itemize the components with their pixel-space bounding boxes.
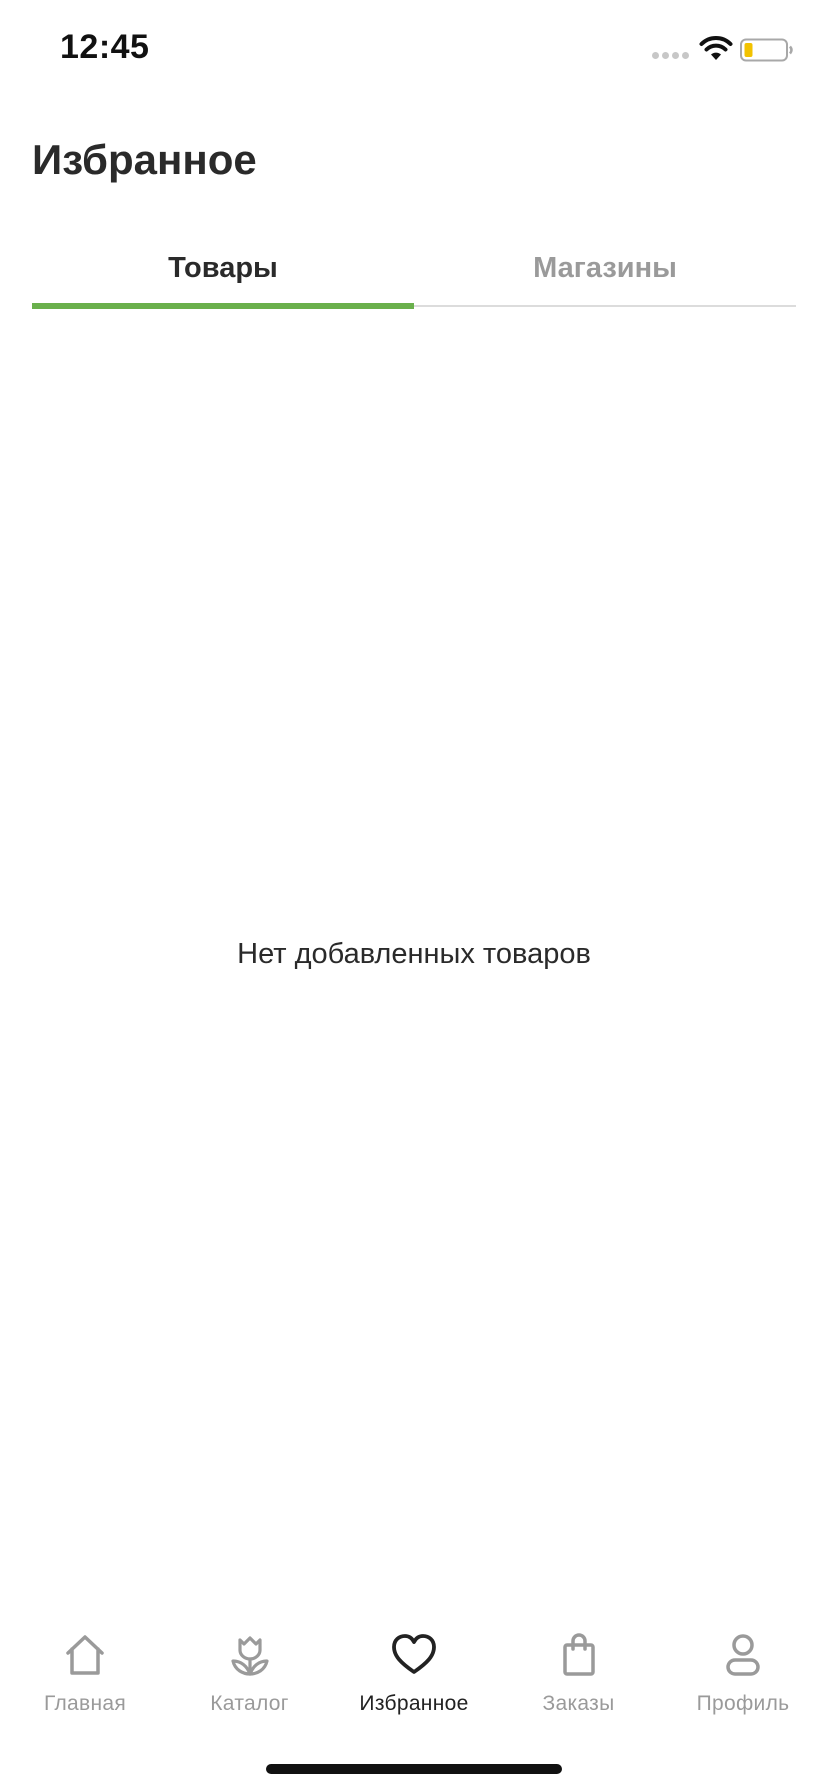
nav-item-orders[interactable]: Заказы [504,1630,654,1740]
nav-label-catalog: Каталог [210,1692,289,1715]
home-indicator [266,1764,562,1774]
person-icon [726,1634,760,1676]
nav-item-profile[interactable]: Профиль [668,1630,818,1740]
wifi-icon [699,36,733,60]
page-title: Избранное [32,136,257,183]
home-icon [66,1635,104,1675]
battery-icon [740,38,793,62]
nav-item-favorites[interactable]: Избранное [339,1630,489,1740]
heart-icon [392,1634,436,1674]
status-time: 12:45 [60,28,150,66]
nav-item-catalog[interactable]: Каталог [175,1630,325,1740]
tab-bar: Товары Магазины [32,240,796,310]
empty-state-message: Нет добавленных товаров [237,938,591,970]
nav-label-favorites: Избранное [359,1692,469,1715]
bottom-nav: Главная Каталог Избранное Заказы Профиль [0,1630,828,1740]
tulip-icon [230,1636,269,1676]
nav-label-profile: Профиль [696,1692,790,1715]
tab-products[interactable]: Товары [32,240,414,310]
nav-item-home[interactable]: Главная [10,1630,160,1740]
status-bar: 12:45 [0,0,828,100]
nav-label-orders: Заказы [542,1692,615,1715]
cellular-signal-icon [652,52,689,59]
shopping-bag-icon [562,1633,595,1676]
tab-stores[interactable]: Магазины [414,240,796,310]
active-tab-indicator [32,303,414,309]
nav-label-home: Главная [43,1692,127,1715]
